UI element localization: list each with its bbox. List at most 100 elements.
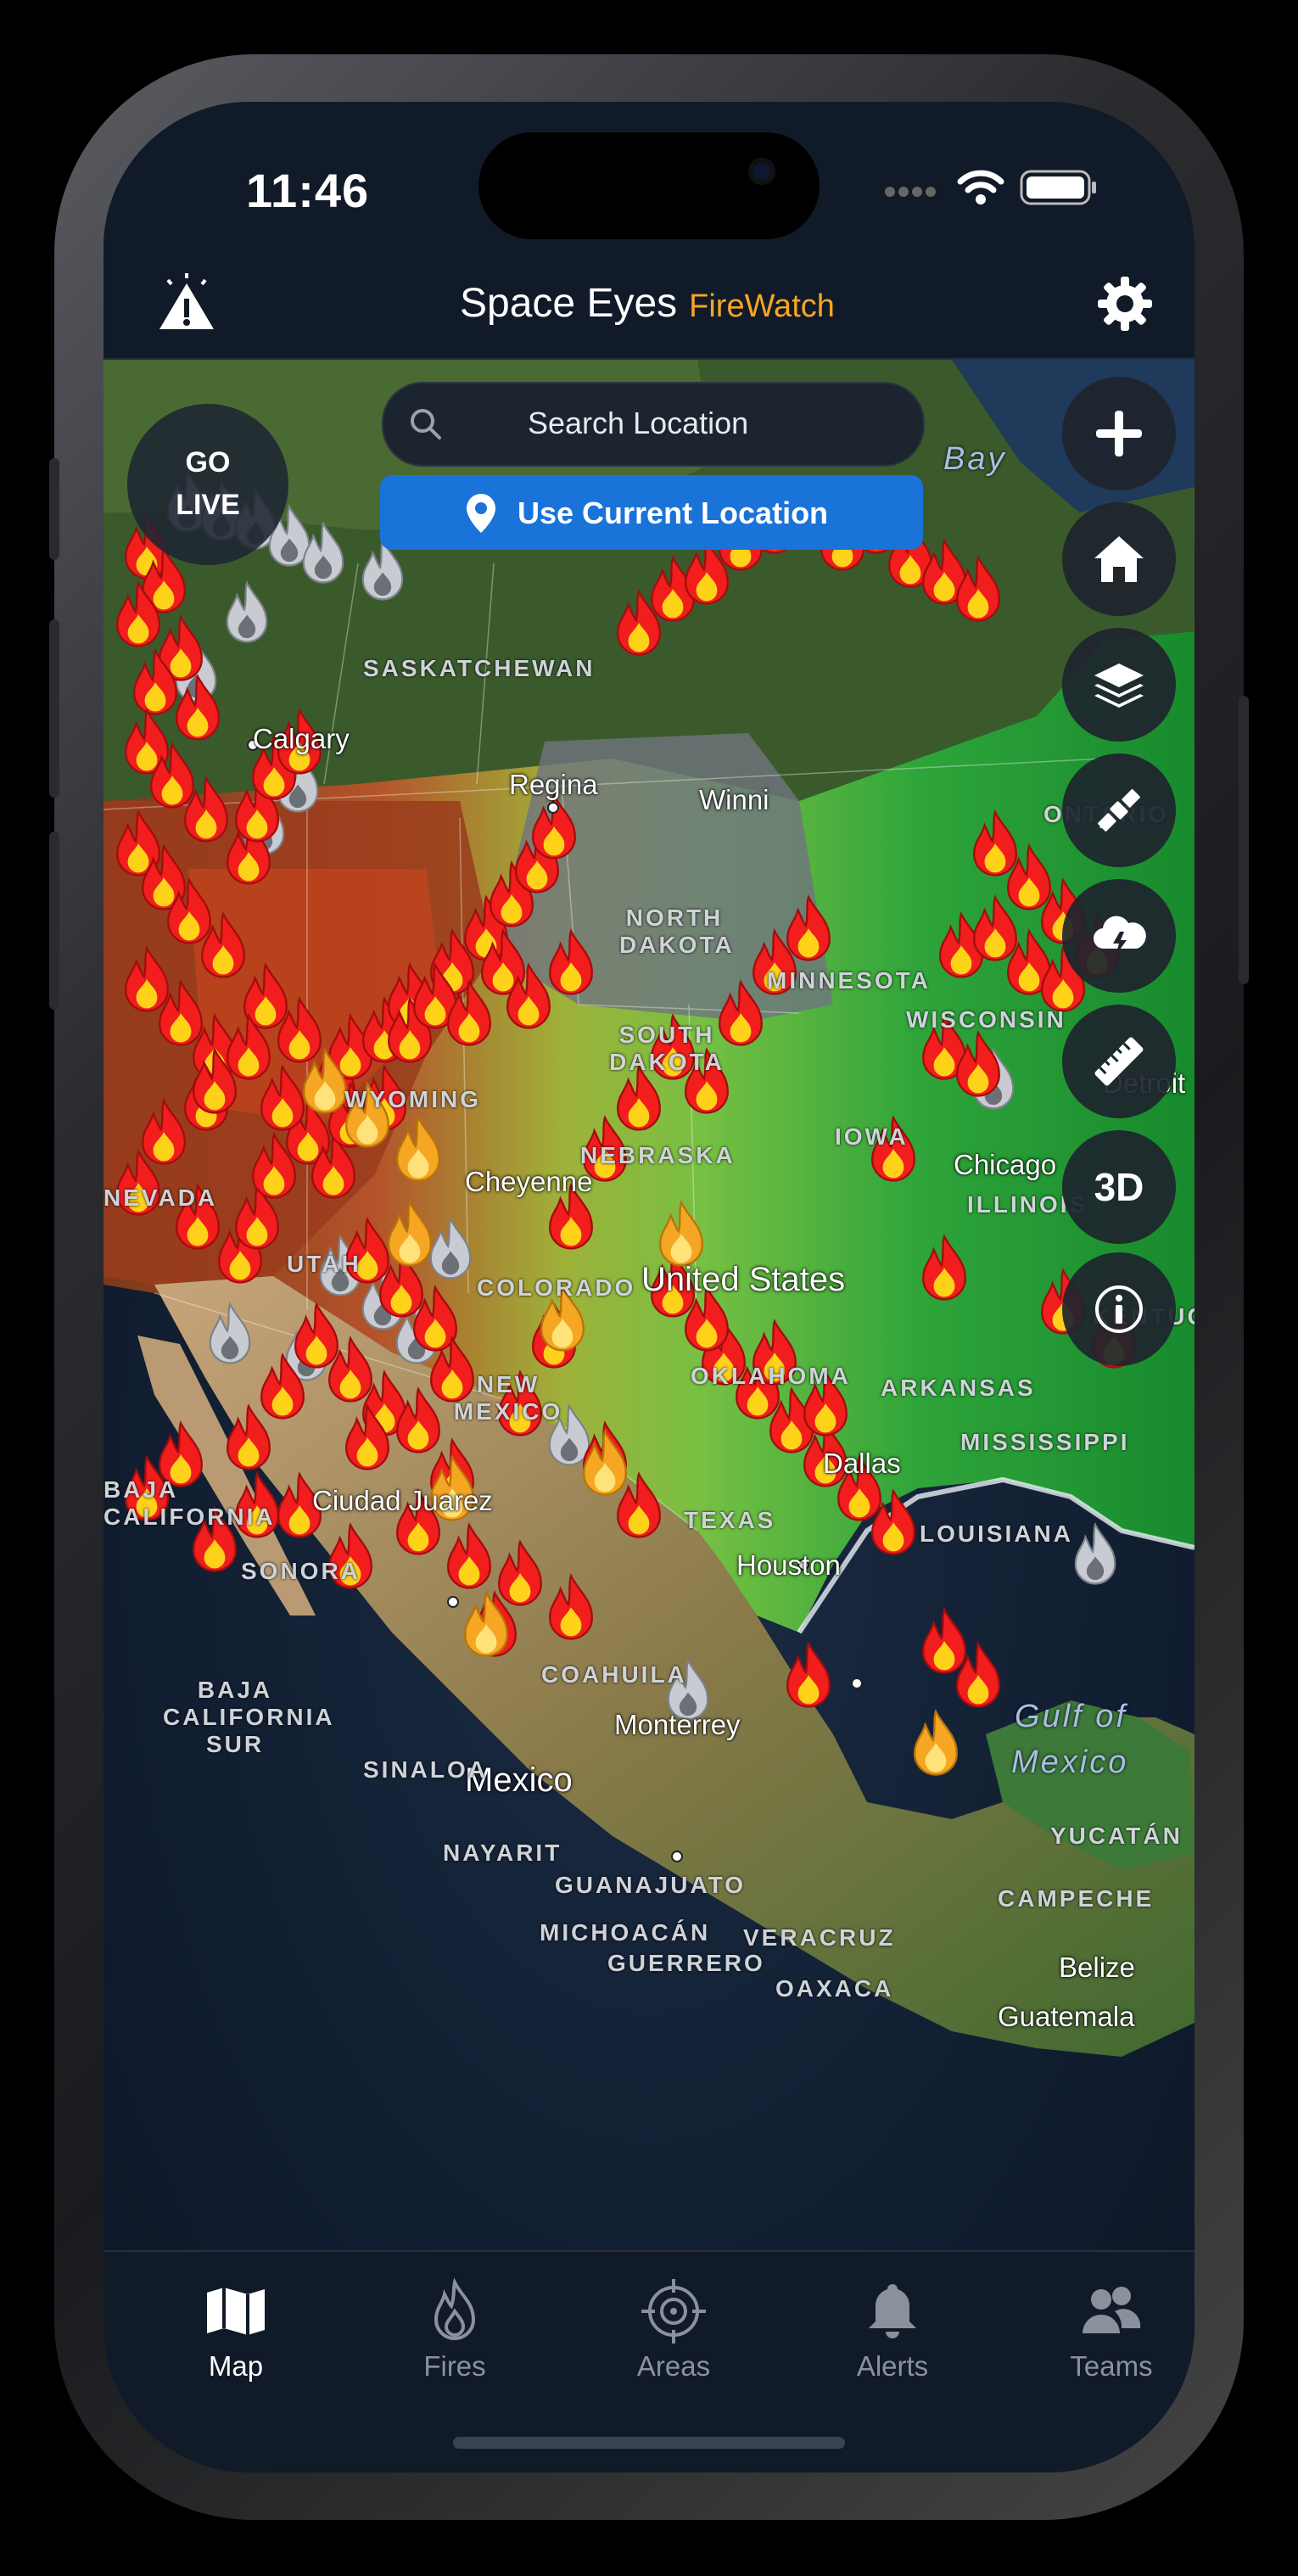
tab-map[interactable]: Map <box>151 2277 321 2405</box>
satellite-icon <box>1097 788 1141 832</box>
region-label: NEBRASKA <box>580 1142 736 1168</box>
region-label: SONORA <box>241 1558 361 1584</box>
region-label: UTAH <box>287 1251 361 1277</box>
region-label: NEW MEXICO <box>453 1371 563 1425</box>
plus-icon <box>1096 411 1142 456</box>
volume-up-button <box>49 619 59 798</box>
camera <box>748 158 775 185</box>
region-label: MISSISSIPPI <box>960 1429 1130 1455</box>
use-current-location-button[interactable]: Use Current Location <box>380 475 923 550</box>
cellular-signal-icon <box>885 187 936 197</box>
region-label: SINALOA <box>363 1756 488 1783</box>
flame-icon <box>434 2277 476 2340</box>
satellite-button[interactable] <box>1062 753 1176 867</box>
tab-label: Areas <box>636 2350 711 2382</box>
city-label: Guatemala <box>998 2001 1135 2032</box>
action-button <box>49 458 59 560</box>
region-label: NORTH DAKOTA <box>619 904 735 958</box>
city-label: Monterrey <box>614 1709 741 1740</box>
region-label: SOUTH DAKOTA <box>609 1022 725 1075</box>
tab-fires[interactable]: Fires <box>370 2277 540 2405</box>
region-label: WISCONSIN <box>906 1006 1066 1033</box>
storm-cloud-icon <box>1093 916 1146 955</box>
weather-button[interactable] <box>1062 879 1176 993</box>
region-label: SASKATCHEWAN <box>363 655 596 681</box>
water-label: Mexico <box>1011 1744 1129 1780</box>
layers-icon <box>1094 664 1144 708</box>
app-screen: 11:46 Space Eyes FireWatch Calgary Regin… <box>104 102 1194 2472</box>
use-current-location-label: Use Current Location <box>518 496 829 530</box>
city-label: Dallas <box>823 1448 901 1479</box>
people-icon <box>1083 2287 1141 2333</box>
region-label: GUANAJUATO <box>555 1872 746 1898</box>
tab-label: Teams <box>1070 2350 1153 2382</box>
region-label: IOWA <box>835 1123 909 1150</box>
water-label: Gulf of <box>1015 1699 1127 1734</box>
home-icon <box>1094 536 1144 582</box>
info-button[interactable] <box>1062 1252 1176 1366</box>
warning-light-icon[interactable] <box>154 272 219 336</box>
go-live-line2: LIVE <box>176 489 240 521</box>
zoom-in-button[interactable] <box>1062 377 1176 490</box>
location-pin-icon <box>467 494 495 533</box>
water-label: Bay <box>943 441 1007 477</box>
go-live-button[interactable]: GO LIVE <box>127 404 288 565</box>
crosshair-icon <box>641 2279 706 2344</box>
region-label: NEVADA <box>104 1184 218 1211</box>
region-label: COLORADO <box>477 1274 636 1301</box>
city-label: Houston <box>736 1549 841 1581</box>
volume-down-button <box>49 832 59 1010</box>
tab-teams[interactable]: Teams <box>1027 2277 1194 2405</box>
tab-areas[interactable]: Areas <box>589 2277 758 2405</box>
region-label: WYOMING <box>344 1086 481 1112</box>
map-view[interactable]: Calgary Regina Winni Cheyenne Chicago Un… <box>104 360 1194 2250</box>
measure-button[interactable] <box>1062 1005 1176 1118</box>
tab-label: Map <box>208 2350 264 2382</box>
region-label: TEXAS <box>684 1507 776 1533</box>
bell-icon <box>869 2284 916 2338</box>
region-label: OKLAHOMA <box>691 1363 851 1389</box>
search-location-input[interactable]: Search Location <box>382 382 925 467</box>
status-bar: 11:46 <box>104 102 1194 258</box>
country-label: United States <box>641 1261 846 1298</box>
home-indicator <box>453 2437 845 2449</box>
city-label: Calgary <box>253 723 350 754</box>
city-label: Regina <box>509 769 598 800</box>
region-label: GUERRERO <box>607 1950 765 1976</box>
3d-button[interactable]: 3D <box>1062 1130 1176 1244</box>
tab-label: Alerts <box>856 2350 929 2382</box>
home-button[interactable] <box>1062 502 1176 616</box>
city-label: Cheyenne <box>465 1166 593 1197</box>
brand-name: Space Eyes <box>460 281 678 326</box>
app-logo: Space Eyes FireWatch <box>460 280 835 327</box>
go-live-line1: GO <box>185 446 231 479</box>
city-label: Belize <box>1059 1952 1135 1983</box>
region-label: BAJA CALIFORNIA <box>104 1476 273 1530</box>
region-label: BAJA CALIFORNIA SUR <box>163 1677 335 1757</box>
region-label: VERACRUZ <box>743 1924 896 1951</box>
clock: 11:46 <box>246 164 370 217</box>
region-label: CAMPECHE <box>998 1885 1155 1912</box>
battery-icon <box>1020 170 1096 205</box>
tab-label: Fires <box>423 2350 486 2382</box>
region-label: YUCATÁN <box>1050 1823 1183 1849</box>
city-label: Winni <box>699 784 769 815</box>
tab-alerts[interactable]: Alerts <box>808 2277 977 2405</box>
ruler-icon <box>1094 1037 1144 1086</box>
layers-button[interactable] <box>1062 628 1176 742</box>
region-label: COAHUILA <box>541 1661 687 1688</box>
gear-icon[interactable] <box>1094 273 1155 334</box>
map-icon <box>207 2288 265 2335</box>
region-label: MICHOACÁN <box>540 1919 711 1946</box>
region-label: OAXACA <box>775 1975 894 2002</box>
dynamic-island <box>478 132 820 239</box>
city-label: Chicago <box>954 1149 1057 1180</box>
3d-label: 3D <box>1094 1165 1144 1209</box>
region-label: NAYARIT <box>443 1840 562 1866</box>
region-label: ARKANSAS <box>881 1375 1036 1401</box>
city-label: Ciudad Juarez <box>312 1485 493 1516</box>
wifi-icon <box>957 170 1004 204</box>
region-label: MINNESOTA <box>767 967 931 994</box>
product-name: FireWatch <box>689 288 835 324</box>
power-button <box>1239 696 1249 984</box>
